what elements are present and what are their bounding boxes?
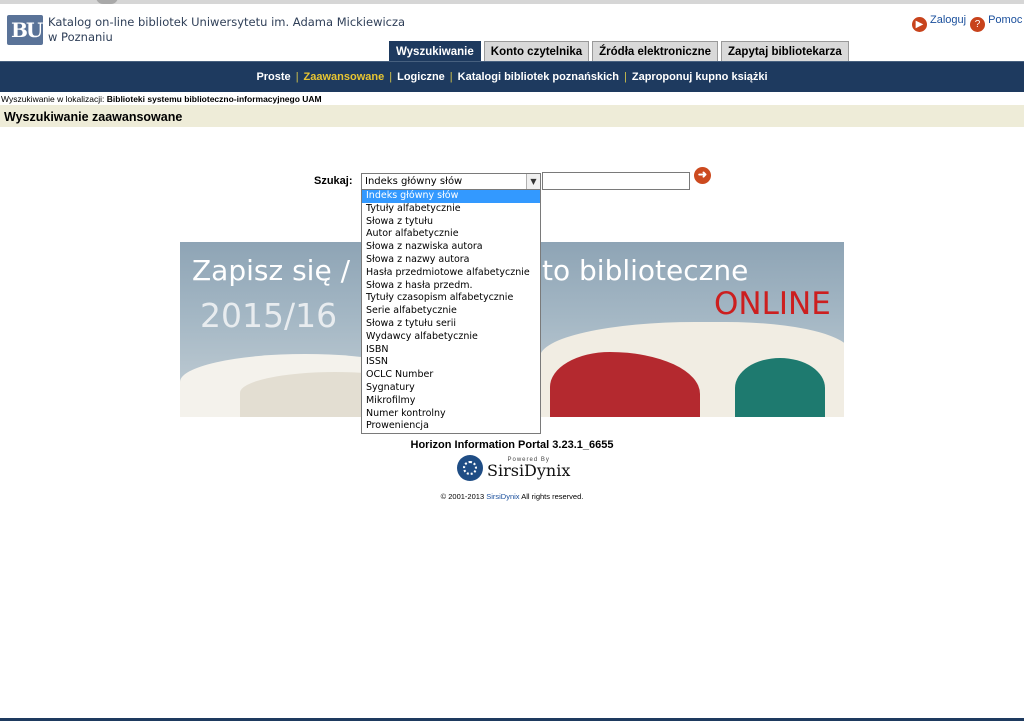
dropdown-option[interactable]: Słowa z tytułu serii	[362, 318, 540, 331]
dropdown-option[interactable]: Tytuły czasopism alfabetycznie	[362, 292, 540, 305]
dropdown-option[interactable]: OCLC Number	[362, 369, 540, 382]
sirsidynix-emblem-icon	[457, 455, 483, 481]
subnav-logiczne[interactable]: Logiczne	[397, 71, 445, 83]
tab-konto-czytelnika[interactable]: Konto czytelnika	[483, 41, 590, 61]
search-input[interactable]	[542, 172, 690, 190]
subnav-zaawansowane[interactable]: Zaawansowane	[304, 71, 385, 83]
sirsidynix-text: Powered By SirsiDynix	[487, 457, 570, 479]
site-title[interactable]: Katalog on-line bibliotek Uniwersytetu i…	[48, 15, 405, 45]
banner-year: 2015/16	[200, 296, 338, 335]
tab-wyszukiwanie[interactable]: Wyszukiwanie	[389, 41, 481, 61]
location-line: Wyszukiwanie w lokalizacji: Biblioteki s…	[1, 94, 322, 104]
dropdown-option[interactable]: ISSN	[362, 356, 540, 369]
location-name: Biblioteki systemu biblioteczno-informac…	[106, 94, 322, 104]
arrow-right-icon: ➜	[697, 169, 708, 181]
dropdown-option[interactable]: Słowa z nazwy autora	[362, 254, 540, 267]
search-index-selected: Indeks główny słów	[365, 176, 463, 187]
copyright-link[interactable]: SirsiDynix	[486, 492, 519, 501]
dropdown-option[interactable]: Numer kontrolny	[362, 408, 540, 421]
subnav-separator: |	[295, 71, 299, 83]
login-link[interactable]: ▶ Zaloguj	[912, 14, 966, 32]
search-index-dropdown: Indeks główny słów Tytuły alfabetycznie …	[361, 189, 541, 435]
dropdown-option[interactable]: Serie alfabetycznie	[362, 305, 540, 318]
banner-text-right: to biblioteczne	[542, 254, 749, 287]
browser-tab-edge	[96, 0, 118, 4]
browser-top-strip	[0, 0, 1024, 4]
copyright-post: All rights reserved.	[521, 492, 584, 501]
subnav-katalogi[interactable]: Katalogi bibliotek poznańskich	[458, 71, 619, 83]
question-mark-icon: ?	[970, 17, 986, 32]
site-title-line2: w Poznaniu	[48, 30, 113, 44]
subnav-zaproponuj[interactable]: Zaproponuj kupno książki	[632, 71, 768, 83]
chevron-down-icon[interactable]: ▼	[526, 174, 540, 189]
dropdown-option[interactable]: Słowa z nazwiska autora	[362, 241, 540, 254]
dropdown-option[interactable]: Mikrofilmy	[362, 395, 540, 408]
dropdown-option[interactable]: Słowa z hasła przedm.	[362, 280, 540, 293]
subnav: Proste | Zaawansowane | Logiczne | Katalogi bi…	[0, 71, 1024, 83]
dropdown-option[interactable]: Hasła przedmiotowe alfabetycznie	[362, 267, 540, 280]
user-links: ▶ Zaloguj ? Pomoc	[912, 14, 1024, 32]
search-index-select[interactable]: Indeks główny słów ▼	[361, 173, 541, 190]
navigation-bar: Proste | Zaawansowane | Logiczne | Katalogi bi…	[0, 61, 1024, 92]
dropdown-option[interactable]: Autor alfabetycznie	[362, 228, 540, 241]
login-label: Zaloguj	[930, 14, 967, 26]
dropdown-option[interactable]: ISBN	[362, 344, 540, 357]
dropdown-option[interactable]: Sygnatury	[362, 382, 540, 395]
subnav-separator: |	[389, 71, 393, 83]
banner-text-left: Zapisz się /	[192, 254, 351, 287]
sirsidynix-logo[interactable]: Powered By SirsiDynix	[457, 455, 570, 481]
subnav-separator: |	[449, 71, 453, 83]
copyright-pre: © 2001-2013	[440, 492, 485, 501]
dropdown-option[interactable]: Indeks główny słów	[362, 190, 540, 203]
help-link[interactable]: ? Pomoc	[970, 14, 1022, 32]
copyright: © 2001-2013 SirsiDynix All rights reserv…	[0, 492, 1024, 501]
banner-book-image	[735, 358, 825, 417]
tab-zrodla-elektroniczne[interactable]: Źródła elektroniczne	[592, 41, 718, 61]
portal-version: Horizon Information Portal 3.23.1_6655	[410, 439, 614, 451]
location-prefix: Wyszukiwanie w lokalizacji:	[1, 94, 105, 104]
subnav-proste[interactable]: Proste	[256, 71, 290, 83]
page-title: Wyszukiwanie zaawansowane	[4, 110, 183, 124]
library-logo[interactable]: BU	[7, 15, 43, 45]
subnav-separator: |	[624, 71, 627, 83]
brand-name: SirsiDynix	[487, 461, 571, 480]
help-label: Pomoc	[988, 14, 1023, 26]
dropdown-option[interactable]: Słowa z tytułu	[362, 216, 540, 229]
dropdown-option[interactable]: Wydawcy alfabetycznie	[362, 331, 540, 344]
site-title-line1: Katalog on-line bibliotek Uniwersytetu i…	[48, 15, 406, 29]
search-go-button[interactable]: ➜	[694, 167, 711, 184]
tab-zapytaj-bibliotekarza[interactable]: Zapytaj bibliotekarza	[721, 41, 849, 61]
logo-text: BU	[11, 18, 43, 42]
main-tabs: Wyszukiwanie Konto czytelnika Źródła ele…	[389, 41, 849, 61]
dropdown-option[interactable]: Tytuły alfabetycznie	[362, 203, 540, 216]
play-arrow-icon: ▶	[912, 17, 927, 32]
search-label: Szukaj:	[314, 175, 353, 187]
banner-online: ONLINE	[714, 286, 831, 322]
page-title-bar: Wyszukiwanie zaawansowane	[0, 105, 1024, 127]
dropdown-option[interactable]: Proweniencja	[362, 420, 540, 433]
